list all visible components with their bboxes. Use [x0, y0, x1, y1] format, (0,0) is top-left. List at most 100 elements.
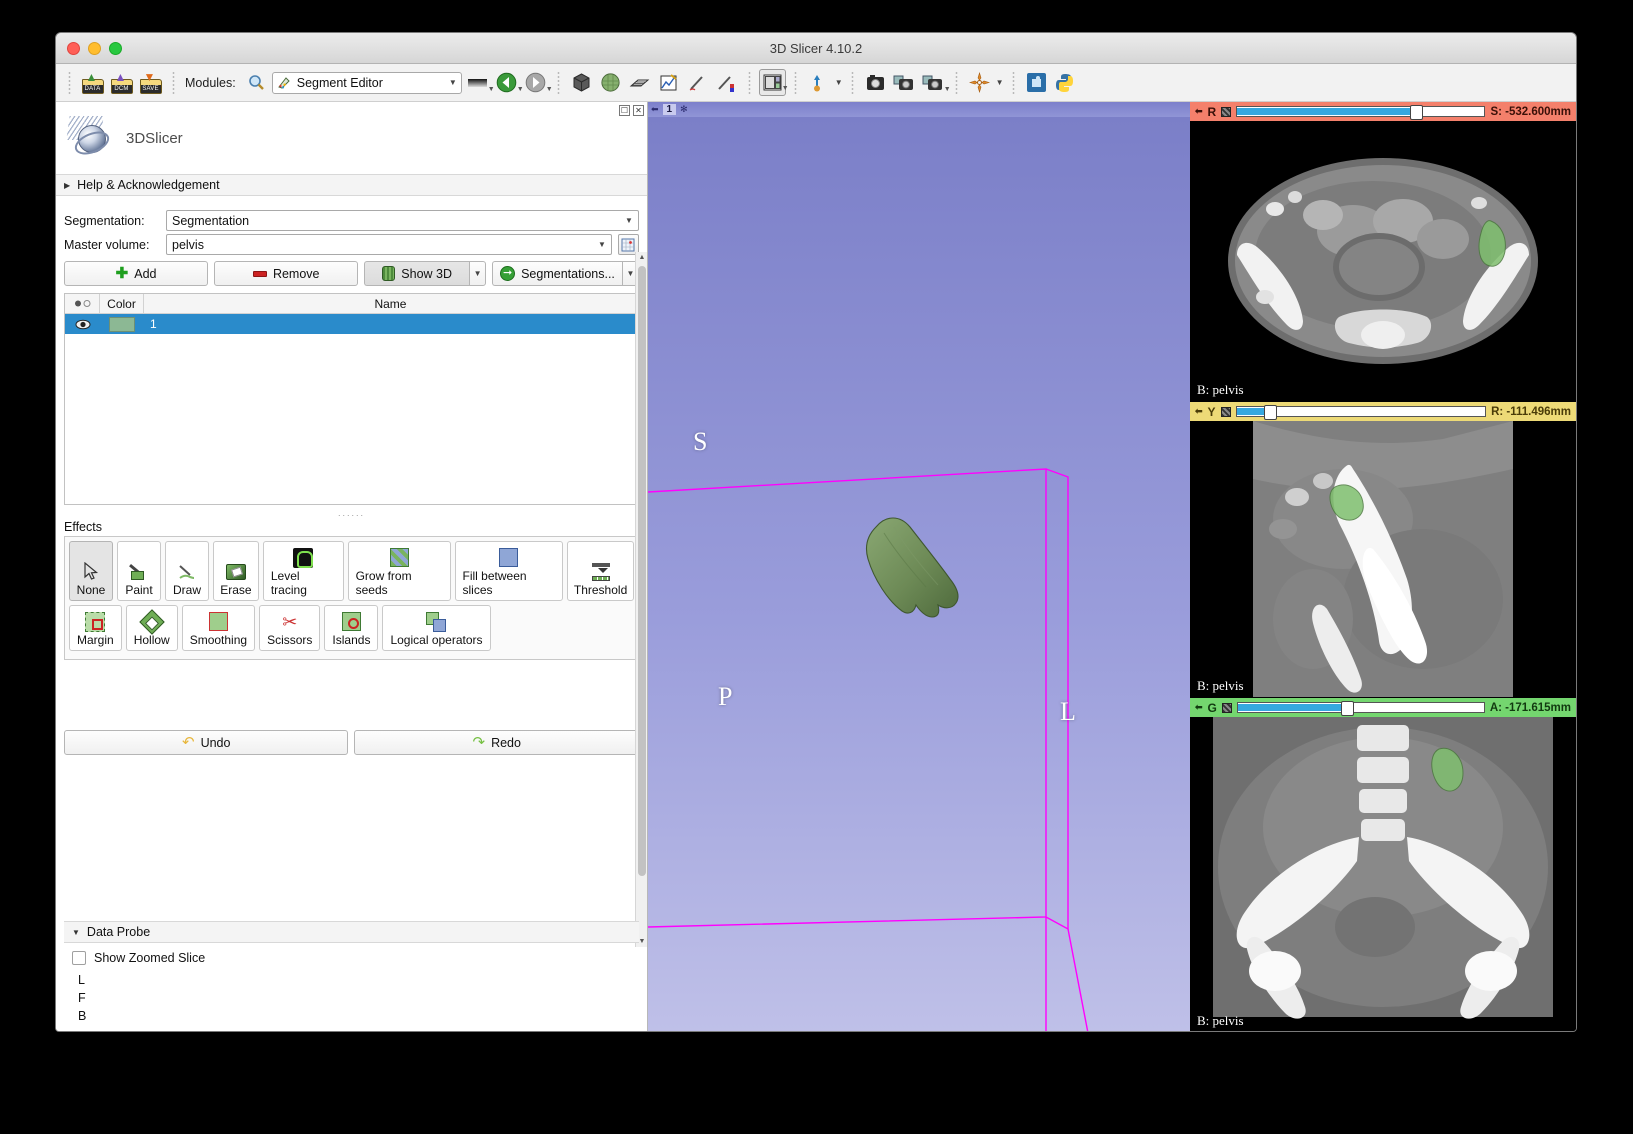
pin-icon[interactable]: ⬅ [1195, 106, 1203, 117]
add-segment-button[interactable]: ✚ Add [64, 261, 209, 286]
pin-icon[interactable]: ⬅ [651, 104, 659, 115]
screenshot-icon[interactable] [862, 69, 889, 96]
slice-visibility-icon[interactable] [1221, 106, 1232, 117]
slice-offset-slider-red[interactable] [1236, 105, 1486, 120]
help-acknowledgement-label: Help & Acknowledgement [77, 178, 220, 192]
effect-none[interactable]: None [69, 541, 113, 601]
module-next-icon[interactable]: ▼ [522, 69, 553, 96]
draw-pencil-icon [177, 560, 197, 583]
scene-views-restore-icon[interactable]: ▼ [920, 69, 951, 96]
segmentations-button[interactable]: ➞ Segmentations... [492, 261, 622, 286]
name-column-header[interactable]: Name [144, 294, 638, 313]
effect-erase[interactable]: Erase [213, 541, 259, 601]
redo-button[interactable]: ↷ Redo [354, 730, 639, 755]
save-data-button[interactable]: ▼ SAVE [137, 69, 164, 96]
show-zoomed-slice-checkbox[interactable] [72, 951, 86, 965]
segment-visibility-toggle[interactable] [65, 319, 100, 330]
data-probe-section[interactable]: ▼ Data Probe [64, 921, 639, 943]
charts-icon[interactable] [655, 69, 682, 96]
effect-level-tracing[interactable]: Level tracing [262, 541, 344, 601]
undo-label: Undo [200, 735, 231, 750]
pin-icon[interactable]: ⬅ [1195, 406, 1203, 417]
slice-view-red[interactable]: ⬅ R S: -532.600mm B: pelvis [1190, 102, 1576, 402]
scroll-up-arrow[interactable]: ▲ [637, 252, 647, 263]
chevron-down-icon[interactable]: ▼ [449, 78, 457, 87]
slice-controller-yellow[interactable]: ⬅ Y R: -111.496mm [1190, 402, 1576, 421]
mesh-icon[interactable] [626, 69, 653, 96]
show-zoomed-slice-row[interactable]: Show Zoomed Slice [64, 943, 639, 971]
effect-hollow[interactable]: Hollow [125, 605, 178, 651]
segment-color-swatch[interactable] [100, 316, 144, 332]
markups-color-icon[interactable] [713, 69, 740, 96]
markups-line-icon[interactable] [684, 69, 711, 96]
effect-logical-operators[interactable]: Logical operators [382, 605, 491, 651]
remove-segment-button[interactable]: Remove [214, 261, 359, 286]
toolbar-separator [556, 70, 560, 95]
effect-draw[interactable]: Draw [165, 541, 209, 601]
window-level-preset-icon[interactable]: ▼ [464, 69, 495, 96]
undo-button[interactable]: ↶ Undo [64, 730, 349, 755]
load-dicom-button[interactable]: ▲ DCM [108, 69, 135, 96]
islands-icon [341, 610, 361, 633]
threed-view-controller-bar[interactable]: ⬅ 1 ✻ [647, 102, 1190, 117]
slice-visibility-icon[interactable] [1221, 702, 1232, 713]
python-console-icon[interactable] [1052, 69, 1079, 96]
slice-offset-slider-green[interactable] [1236, 701, 1485, 716]
undock-panel-icon[interactable]: ☐ [618, 105, 630, 116]
close-panel-icon[interactable]: ✕ [632, 105, 644, 116]
effect-smoothing[interactable]: Smoothing [181, 605, 256, 651]
effect-scissors[interactable]: ✂ Scissors [259, 605, 321, 651]
models-icon[interactable] [597, 69, 624, 96]
pin-icon[interactable]: ⬅ [1195, 702, 1203, 713]
effect-grow-from-seeds[interactable]: Grow from seeds [347, 541, 451, 601]
slice-image-yellow[interactable]: B: pelvis [1190, 421, 1576, 698]
extensions-icon[interactable] [1023, 69, 1050, 96]
show-3d-button[interactable]: Show 3D [364, 261, 470, 286]
slicer-main-window: 3D Slicer 4.10.2 ▲ DATA ▲ DCM ▼ SAVE Mod… [55, 32, 1577, 1032]
slice-offset-slider-yellow[interactable] [1235, 405, 1487, 420]
segmentation-selector[interactable]: Segmentation ▼ [166, 210, 639, 231]
threed-render-view[interactable]: S P L [647, 117, 1190, 1031]
probe-line-b: B [78, 1009, 87, 1023]
segment-name[interactable]: 1 [144, 317, 638, 331]
slice-view-yellow[interactable]: ⬅ Y R: -111.496mm B: pelvis [1190, 402, 1576, 698]
master-volume-selector[interactable]: pelvis ▼ [166, 234, 612, 255]
maximize-view-icon[interactable]: ✻ [680, 104, 688, 115]
slice-controller-red[interactable]: ⬅ R S: -532.600mm [1190, 102, 1576, 121]
layout-icon[interactable]: ▼ [758, 69, 789, 96]
splitter-handle[interactable]: ...... [56, 508, 647, 518]
crosshair-toggle-icon[interactable] [805, 69, 832, 96]
help-acknowledgement-section[interactable]: ▶ Help & Acknowledgement [56, 174, 647, 196]
load-data-button[interactable]: ▲ DATA [79, 69, 106, 96]
effect-fill-between-slices[interactable]: Fill between slices [454, 541, 564, 601]
slice-visibility-icon[interactable] [1220, 406, 1231, 417]
effect-none-label: None [76, 583, 106, 597]
volume-rendering-icon[interactable] [568, 69, 595, 96]
slice-corner-label-red: B: pelvis [1197, 382, 1244, 397]
crosshair-icon[interactable] [966, 69, 993, 96]
slice-view-green[interactable]: ⬅ G A: -171.615mm B: pelvis [1190, 698, 1576, 1031]
visibility-column-header[interactable] [65, 294, 100, 313]
panel-dock-controls[interactable]: ☐ ✕ [618, 105, 644, 116]
slice-image-green[interactable]: B: pelvis [1190, 717, 1576, 1031]
table-row[interactable]: 1 [65, 314, 638, 334]
effect-paint[interactable]: Paint [117, 541, 161, 601]
slice-controller-green[interactable]: ⬅ G A: -171.615mm [1190, 698, 1576, 717]
magnifier-icon[interactable] [243, 69, 270, 96]
slice-image-red[interactable]: B: pelvis [1190, 121, 1576, 402]
module-selector[interactable]: Segment Editor ▼ [271, 71, 462, 94]
effect-islands[interactable]: Islands [324, 605, 379, 651]
color-column-header[interactable]: Color [100, 294, 144, 313]
effect-threshold[interactable]: Threshold [567, 541, 634, 601]
scene-views-capture-icon[interactable] [891, 69, 918, 96]
dicom-folder-icon: ▲ DCM [110, 71, 133, 94]
chevron-down-icon[interactable]: ▼ [835, 78, 843, 87]
scrollbar-thumb[interactable] [637, 266, 646, 876]
module-previous-icon[interactable]: ▼ [493, 69, 524, 96]
chevron-down-icon[interactable]: ▼ [996, 78, 1004, 87]
show-3d-options-dropdown[interactable]: ▼ [469, 261, 487, 286]
orientation-label-l: L [1059, 697, 1076, 726]
remove-segment-label: Remove [272, 266, 320, 281]
effect-margin[interactable]: Margin [69, 605, 122, 651]
panel-scrollbar[interactable]: ▲ ▼ [634, 252, 647, 947]
